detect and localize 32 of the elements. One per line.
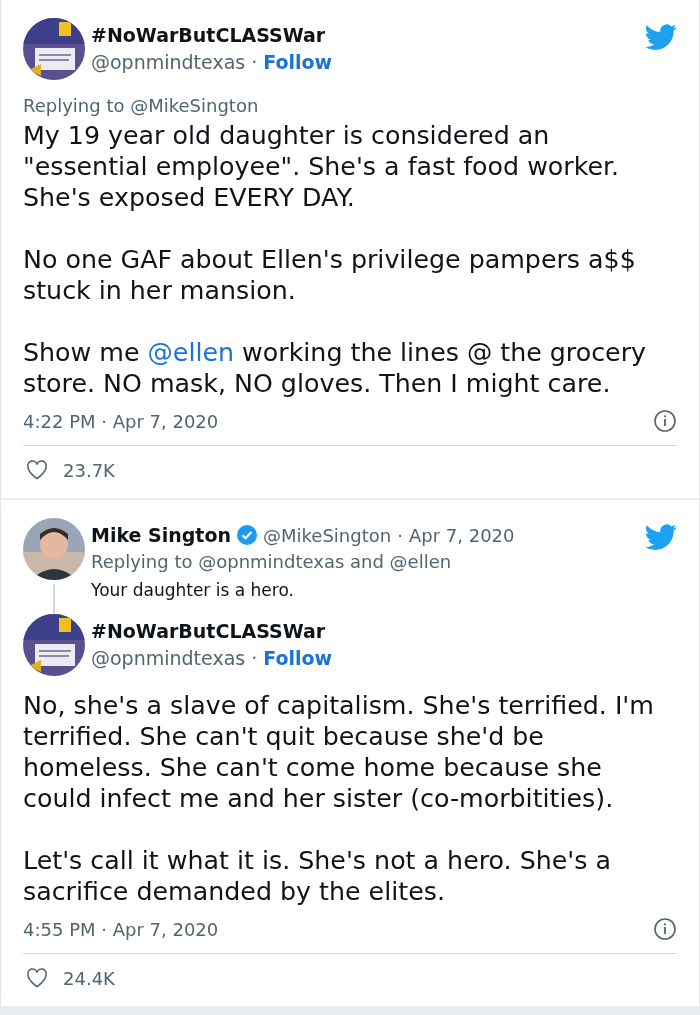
info-icon[interactable] xyxy=(653,917,677,941)
author-handle[interactable]: @opnmindtexas xyxy=(91,48,246,76)
follow-link[interactable]: Follow xyxy=(263,51,333,73)
replying-to-text: Replying to @opnmindtexas and @ellen xyxy=(91,550,453,574)
bird-icon[interactable] xyxy=(645,524,677,551)
tweet-text: Let's call it what it is. She's not a hero. She's a sacrifice demanded by the elites. xyxy=(23,845,612,907)
tweet-text: No, she's a slave of capitalism. She's terrified. I'm terrified. She can't quit because she'd be homeless. She can't come home because she could infect me and her sister (co-morbitities). xyxy=(23,690,655,814)
tweet-date[interactable]: Apr 7, 2020 xyxy=(408,524,515,546)
author-name[interactable]: #NoWarButCLASSWar xyxy=(91,618,326,644)
reply-text: Your daughter is a hero. xyxy=(91,579,295,602)
like-count[interactable]: 23.7K xyxy=(63,459,115,481)
info-icon[interactable] xyxy=(653,409,677,433)
author-handle[interactable]: @MikeSington xyxy=(263,524,392,546)
bird-icon[interactable] xyxy=(645,24,677,51)
author-handle[interactable]: @opnmindtexas xyxy=(91,644,246,672)
tweet-timestamp[interactable]: 4:55 PM · Apr 7, 2020 xyxy=(23,918,219,940)
tweet-text: No one GAF about Ellen's privilege pampers a$$ stuck in her mansion. xyxy=(23,244,637,306)
tweet-text: Show me @ellen working the lines @ the grocery store. NO mask, NO gloves. Then I might care. xyxy=(23,337,648,399)
tweet-timestamp[interactable]: 4:22 PM · Apr 7, 2020 xyxy=(23,410,219,432)
heart-icon[interactable] xyxy=(25,458,49,482)
separator-dot: · xyxy=(397,524,403,546)
thread-line xyxy=(53,584,55,614)
mention-link[interactable]: @ellen xyxy=(147,338,235,367)
author-name[interactable]: #NoWarButCLASSWar xyxy=(91,22,326,48)
replying-to-text: Replying to @MikeSington xyxy=(23,94,260,118)
like-count[interactable]: 24.4K xyxy=(63,967,115,989)
author-name[interactable]: Mike Sington xyxy=(91,522,232,548)
heart-icon[interactable] xyxy=(25,966,49,990)
follow-link[interactable]: Follow xyxy=(263,647,333,669)
tweet-text: My 19 year old daughter is considered an "essential employee". She's a fast food worker. She's exposed EVERY DAY. xyxy=(23,120,621,213)
separator-dot: · xyxy=(251,646,258,671)
separator-dot: · xyxy=(251,50,258,75)
